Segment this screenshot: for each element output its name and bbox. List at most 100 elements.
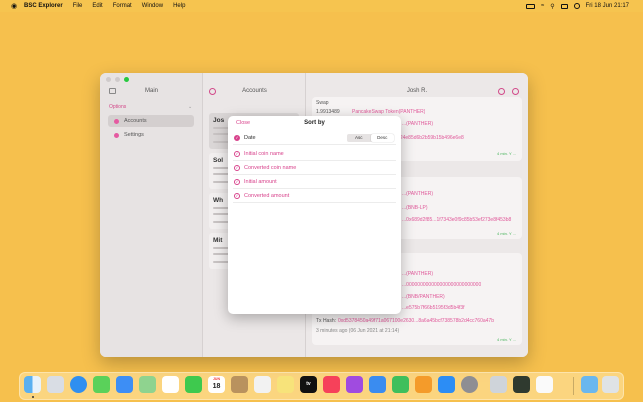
sort-option-label: Initial coin name: [244, 150, 284, 157]
tx-hash-label: Tx Hash:: [316, 318, 337, 324]
token-a[interactable]: ...(PANTHER): [402, 271, 433, 277]
wifi-icon[interactable]: ≈: [541, 3, 544, 9]
safari-icon[interactable]: [70, 376, 87, 393]
sort-option-label: Converted coin name: [244, 164, 297, 171]
desc-option[interactable]: Desc: [370, 134, 394, 142]
close-window-button[interactable]: [106, 77, 111, 82]
account-name: Jos: [213, 117, 225, 124]
systemprefs-icon[interactable]: [461, 376, 478, 393]
menu-format[interactable]: Format: [113, 3, 132, 9]
transaction-hash[interactable]: ...0x689d2f85...1f7343e0f9c85b53ef273e8f…: [402, 217, 520, 223]
activity-icon[interactable]: [513, 376, 530, 393]
dock: JUN 18 tv: [19, 372, 624, 400]
chevron-down-icon[interactable]: ⌄: [188, 104, 192, 110]
tv-label: tv: [306, 381, 311, 387]
dock-separator: [573, 377, 574, 395]
calendar-day: 18: [212, 383, 221, 390]
sort-option-label: Converted amount: [244, 192, 290, 199]
menu-file[interactable]: File: [73, 3, 83, 9]
menu-window[interactable]: Window: [142, 3, 163, 9]
checkmark-icon[interactable]: ✓: [234, 150, 240, 157]
status-badge: 4 min. Y ...: [497, 337, 516, 342]
sidebar-item-label: Accounts: [124, 118, 147, 124]
menu-edit[interactable]: Edit: [92, 3, 102, 9]
zoom-window-button[interactable]: [124, 77, 129, 82]
transaction-type: Swap: [316, 100, 329, 106]
photos-icon[interactable]: [162, 376, 179, 393]
sort-option-initial-coin-name[interactable]: ✓ Initial coin name: [233, 147, 396, 161]
music-icon[interactable]: [323, 376, 340, 393]
sidebar-section-options[interactable]: Options: [109, 104, 126, 110]
finder-icon[interactable]: [24, 376, 41, 393]
downloads-icon[interactable]: [581, 376, 598, 393]
app-menu[interactable]: BSC Explorer: [24, 3, 63, 9]
facetime-icon[interactable]: [185, 376, 202, 393]
transaction-hash[interactable]: 0xd5378450a49f71a067100e2630...8a6a45bcf…: [338, 318, 518, 324]
minimize-window-button[interactable]: [115, 77, 120, 82]
token-b[interactable]: ...(BNB/PANTHER): [402, 294, 445, 300]
gear-icon: [114, 132, 119, 138]
accounts-title: Accounts: [242, 88, 267, 94]
sort-order-toggle[interactable]: Asc Desc: [347, 134, 394, 142]
account-name: Sol: [213, 157, 224, 164]
apple-icon[interactable]: ◉: [10, 2, 18, 10]
token-b[interactable]: ...(BNB-LP): [402, 205, 428, 211]
status-badge: 4 min. Y ...: [497, 231, 516, 236]
preview-icon[interactable]: [490, 376, 507, 393]
pages-icon[interactable]: [415, 376, 432, 393]
podcasts-icon[interactable]: [346, 376, 363, 393]
token-out[interactable]: ...(PANTHER): [402, 121, 433, 127]
sort-option-converted-amount[interactable]: ✓ Converted amount: [233, 189, 396, 203]
transaction-time: 3 minutes ago (06 Jun 2021 at 21:14): [316, 328, 400, 334]
sort-option-initial-amount[interactable]: ✓ Initial amount: [233, 175, 396, 189]
sidebar-item-accounts[interactable]: Accounts: [108, 115, 194, 127]
trash-icon[interactable]: [602, 376, 619, 393]
reminders-icon[interactable]: [254, 376, 271, 393]
account-name: Mit: [213, 237, 223, 244]
sort-option-converted-coin-name[interactable]: ✓ Converted coin name: [233, 161, 396, 175]
textedit-icon[interactable]: [536, 376, 553, 393]
long-value: ...000000000000000000000000000: [402, 282, 482, 288]
token-in[interactable]: PancakeSwap Token(PANTHER): [352, 109, 425, 115]
token-a[interactable]: ...(PANTHER): [402, 191, 433, 197]
sidebar-item-settings[interactable]: Settings: [108, 129, 194, 141]
mail-icon[interactable]: [116, 376, 133, 393]
sort-option-label: Initial amount: [244, 178, 277, 185]
sort-icon[interactable]: [512, 88, 519, 95]
status-badge: 4 min. Y ...: [497, 151, 516, 156]
menu-bar: ◉ BSC Explorer File Edit Format Window H…: [0, 0, 643, 12]
asc-option[interactable]: Asc: [347, 134, 371, 142]
window-controls: [106, 77, 129, 82]
sidebar-title: Main: [144, 88, 158, 94]
checkmark-icon[interactable]: ✓: [234, 192, 240, 199]
accounts-icon: [114, 118, 119, 124]
keynote-icon[interactable]: [369, 376, 386, 393]
transaction-hash-short[interactable]: ...e575b7f66b5195f3d5b4f3f: [402, 305, 465, 311]
detail-title: Josh R.: [406, 88, 428, 94]
launchpad-icon[interactable]: [47, 376, 64, 393]
calendar-icon[interactable]: JUN 18: [208, 376, 225, 393]
appstore-icon[interactable]: [438, 376, 455, 393]
menu-help[interactable]: Help: [173, 3, 185, 9]
transaction-amount: 1.9913489: [316, 109, 340, 115]
sort-sheet: Close Sort by ✓ Date Asc Desc ✓ Initial …: [228, 116, 401, 314]
contacts-icon[interactable]: [231, 376, 248, 393]
messages-icon[interactable]: [93, 376, 110, 393]
control-center-icon[interactable]: [560, 3, 568, 9]
tv-icon[interactable]: tv: [300, 376, 317, 393]
checkmark-icon[interactable]: ✓: [234, 164, 240, 171]
sidebar-item-label: Settings: [124, 132, 144, 138]
notes-icon[interactable]: [277, 376, 294, 393]
gear-icon[interactable]: [498, 88, 505, 95]
search-icon[interactable]: ⚲: [550, 3, 554, 10]
clock[interactable]: Fri 18 Jun 21:17: [586, 3, 629, 9]
siri-icon[interactable]: [573, 3, 580, 9]
sidebar: Main Options ⌄ Accounts Settings: [100, 73, 203, 357]
maps-icon[interactable]: [139, 376, 156, 393]
numbers-icon[interactable]: [392, 376, 409, 393]
sort-option-date[interactable]: ✓ Date Asc Desc: [233, 131, 396, 145]
status-area: ≈ ⚲ Fri 18 Jun 21:17: [525, 0, 629, 12]
checkmark-icon[interactable]: ✓: [234, 178, 240, 185]
checkmark-icon[interactable]: ✓: [234, 134, 240, 141]
battery-icon[interactable]: [525, 3, 535, 9]
